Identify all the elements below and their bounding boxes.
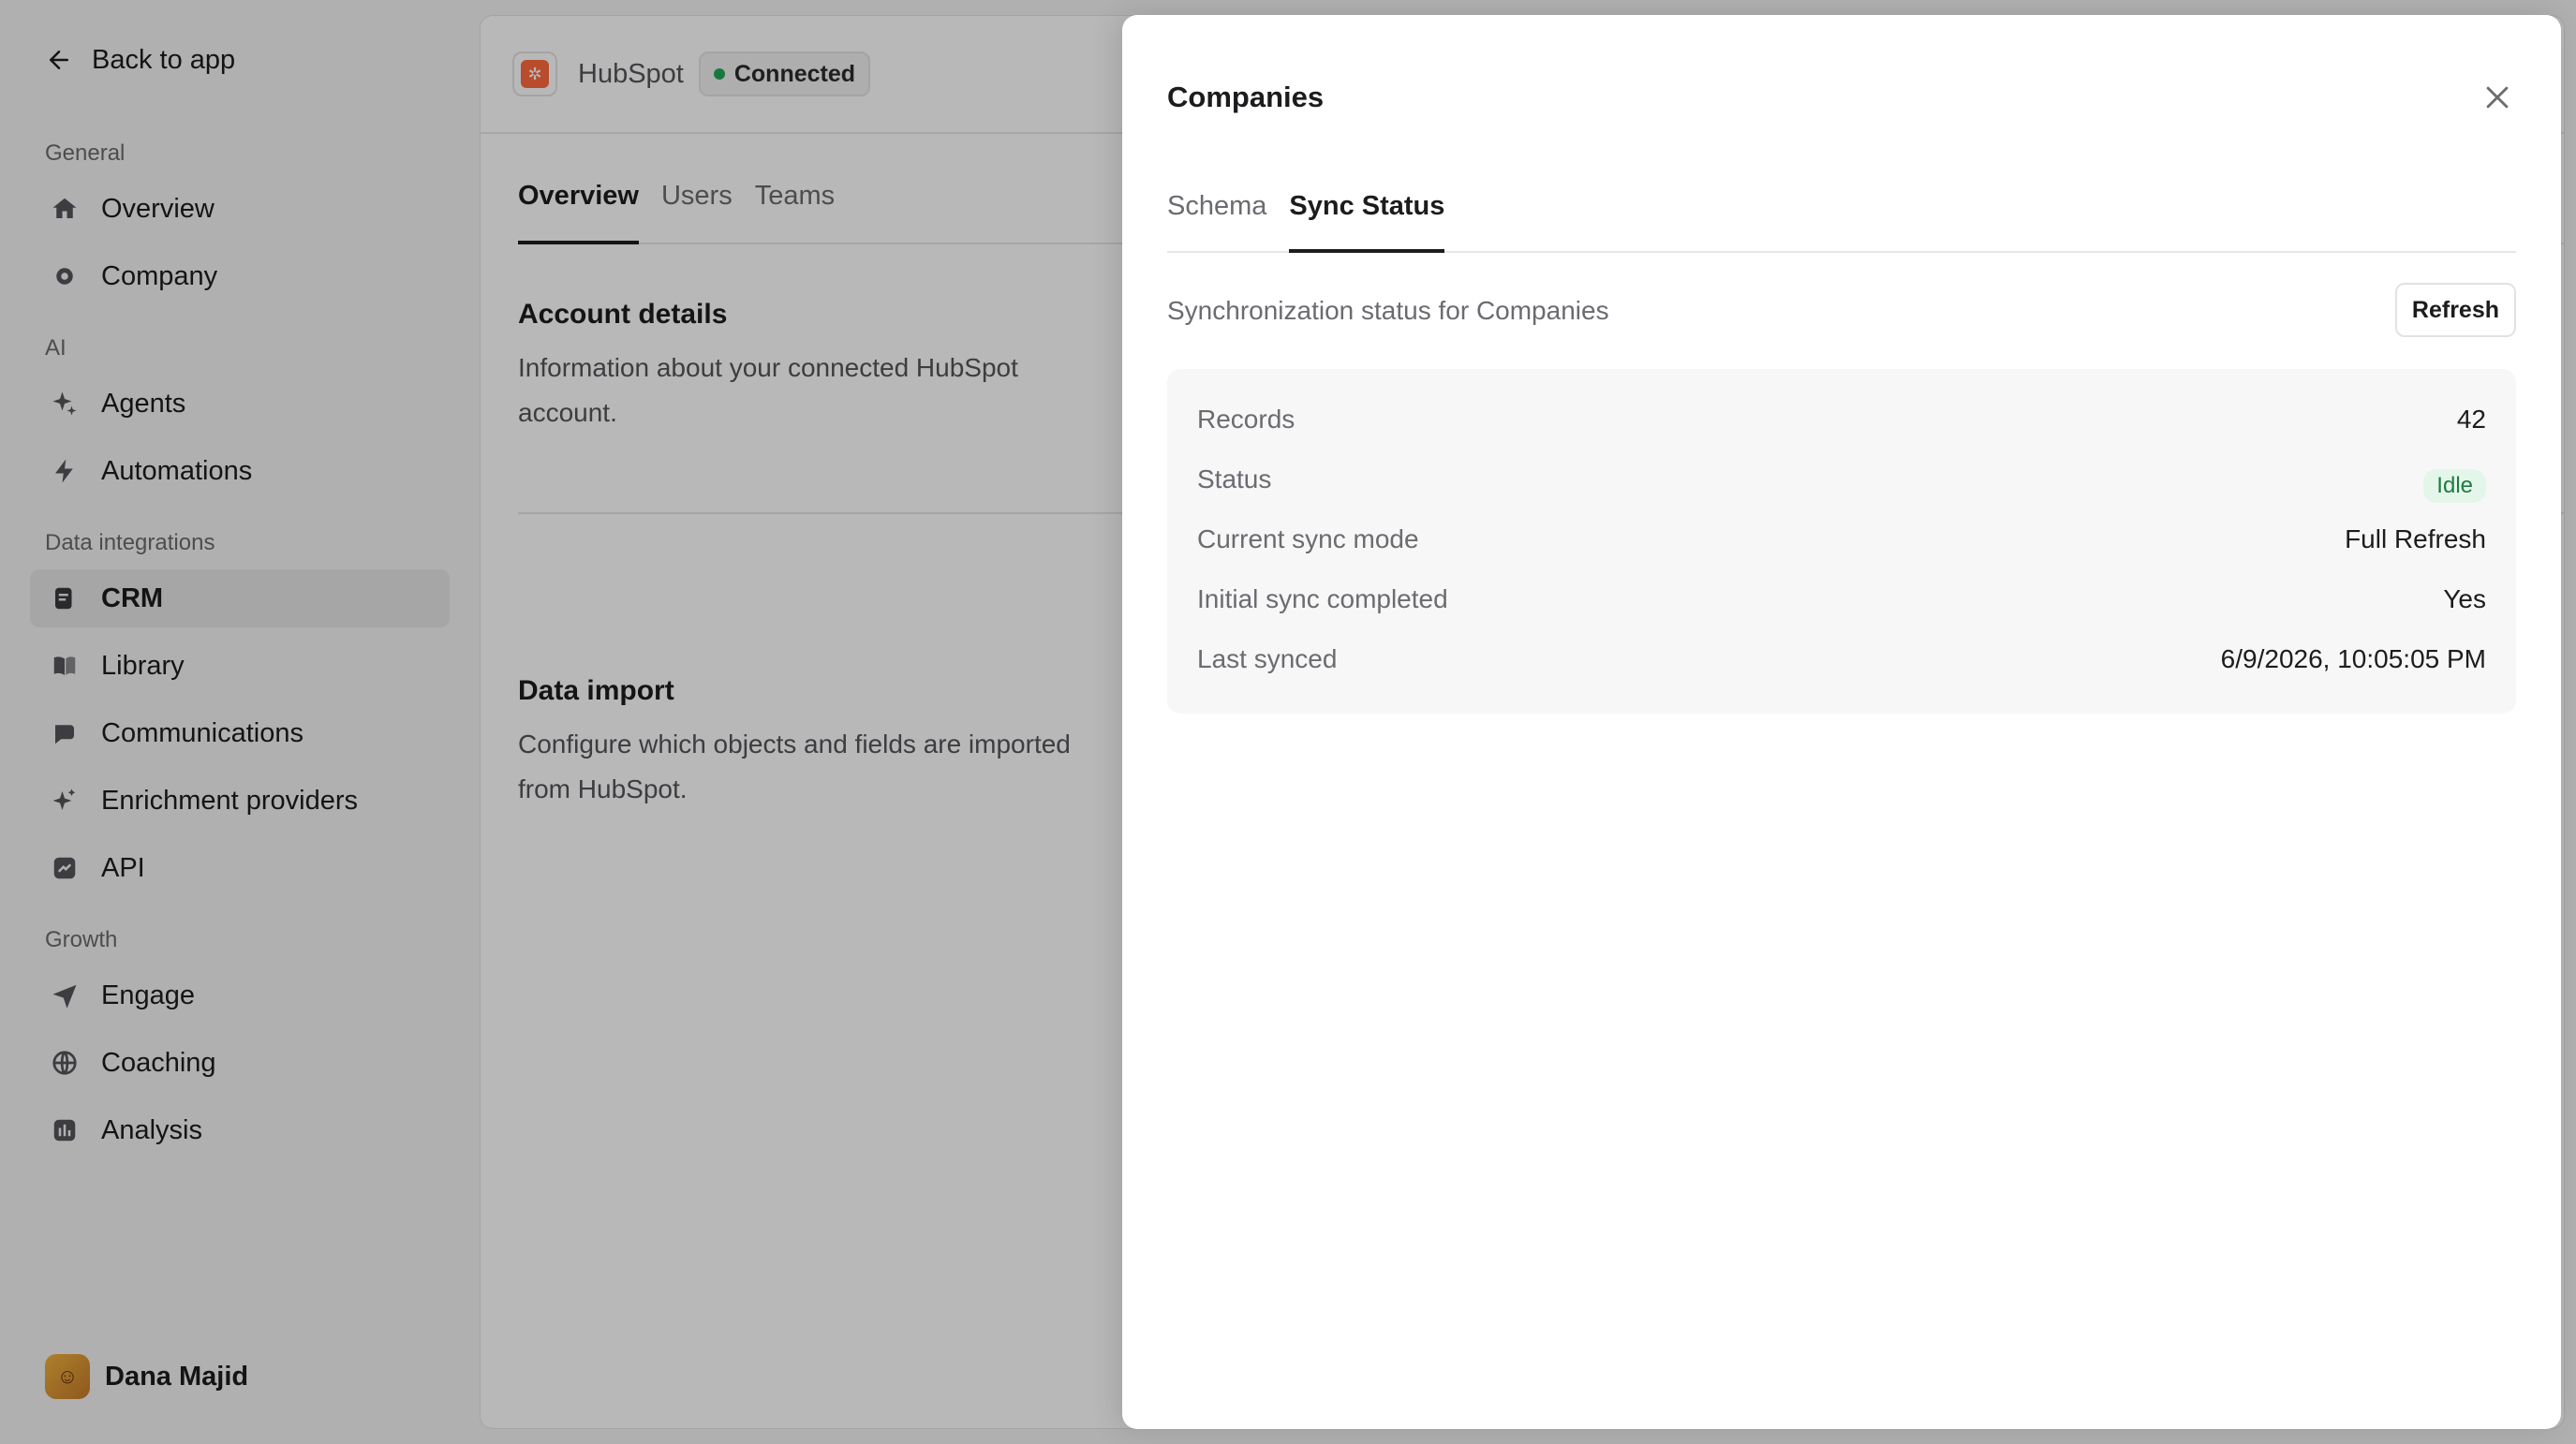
row-value: 42 <box>2456 405 2486 434</box>
drawer-title: Companies <box>1167 81 1325 113</box>
tab-sync-status[interactable]: Sync Status <box>1289 174 1445 253</box>
status-badge: Idle <box>2423 469 2486 503</box>
sync-status-card: Records 42 Status Idle Current sync mode… <box>1167 369 2516 714</box>
row-label: Initial sync completed <box>1197 584 1448 613</box>
row-label: Current sync mode <box>1197 524 1419 553</box>
status-row-records: Records 42 <box>1197 390 2486 449</box>
close-button[interactable] <box>2479 79 2516 116</box>
row-value: 6/9/2026, 10:05:05 PM <box>2220 644 2486 673</box>
companies-drawer: Companies Schema Sync Status Synchroniza… <box>1122 15 2561 1429</box>
status-row-initial-sync: Initial sync completed Yes <box>1197 569 2486 629</box>
status-row-status: Status Idle <box>1197 449 2486 509</box>
drawer-tabs: Schema Sync Status <box>1167 174 2516 253</box>
tab-schema[interactable]: Schema <box>1167 174 1266 253</box>
row-value: Full Refresh <box>2345 524 2486 553</box>
refresh-button[interactable]: Refresh <box>2394 283 2516 337</box>
status-row-last-synced: Last synced 6/9/2026, 10:05:05 PM <box>1197 629 2486 689</box>
close-icon <box>2486 86 2509 109</box>
row-value: Yes <box>2443 584 2486 613</box>
sync-status-description: Synchronization status for Companies <box>1167 296 1609 325</box>
status-row-sync-mode: Current sync mode Full Refresh <box>1197 509 2486 569</box>
row-label: Status <box>1197 464 1272 494</box>
row-label: Last synced <box>1197 644 1338 673</box>
row-label: Records <box>1197 405 1295 434</box>
